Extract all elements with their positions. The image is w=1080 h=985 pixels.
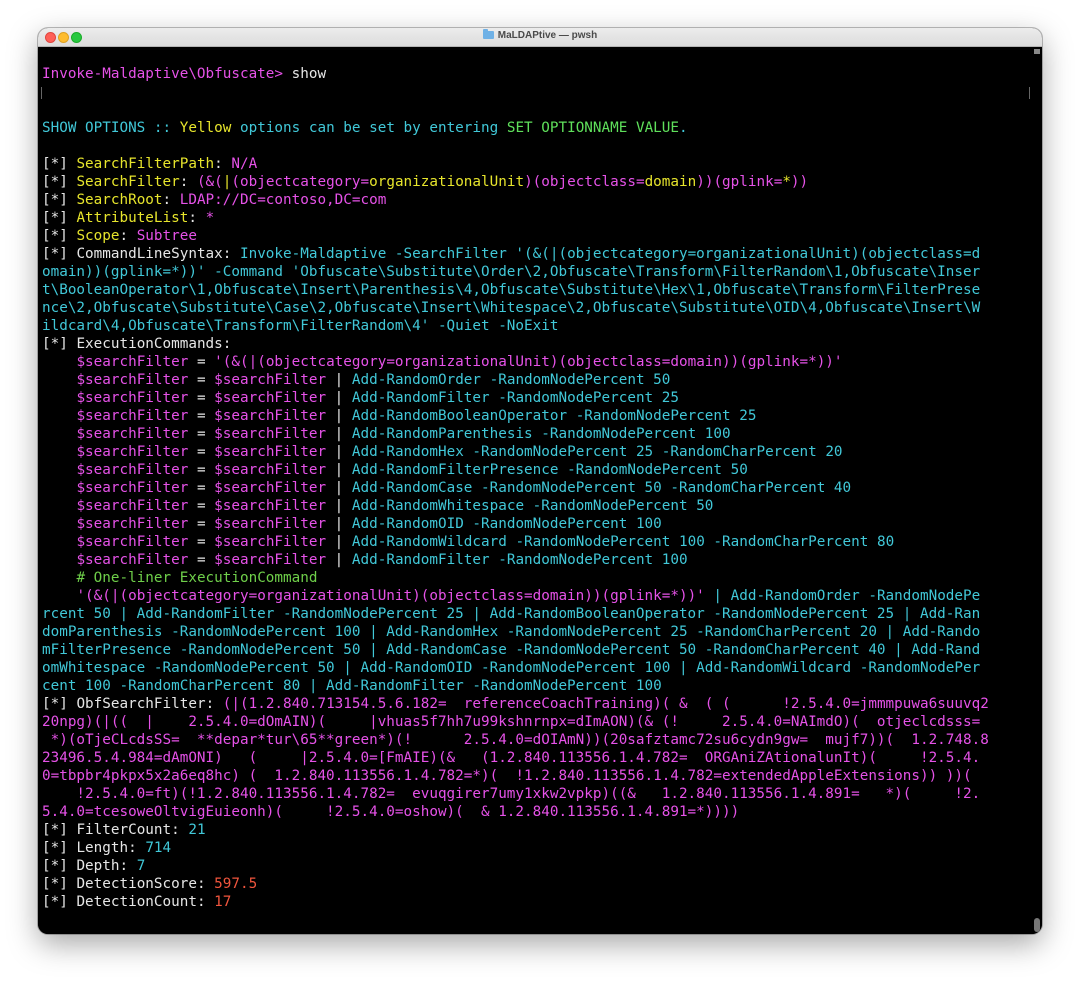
scroll-up-icon[interactable] — [1034, 49, 1040, 54]
show-options-header: SHOW OPTIONS :: Yellow options can be se… — [42, 120, 688, 136]
exec-pipe-row: $searchFilter = $searchFilter | Add-Rand… — [76, 426, 731, 442]
option-depth: [*] Depth: 7 — [42, 858, 146, 874]
option-searchfilterpath: [*] SearchFilterPath: N/A — [42, 156, 258, 172]
folder-icon — [482, 29, 494, 39]
exec-oneliner: '(&(|(objectcategory=organizationalUnit)… — [76, 588, 981, 604]
option-executioncommands: [*] ExecutionCommands: — [42, 336, 232, 352]
terminal-window: MaLDAPtive — pwsh Invoke-Maldaptive\Obfu… — [38, 28, 1042, 934]
scrollbar-thumb[interactable] — [1034, 918, 1040, 932]
prompt-command: show — [283, 66, 327, 82]
scrollbar[interactable] — [1032, 47, 1040, 934]
title-bar: MaLDAPtive — pwsh — [38, 28, 1042, 47]
option-detectionscore: [*] DetectionScore: 597.5 — [42, 876, 258, 892]
exec-pipe-row: $searchFilter = $searchFilter | Add-Rand… — [76, 372, 671, 388]
prompt-line: Invoke-Maldaptive\Obfuscate> show — [42, 65, 1032, 83]
option-detectioncount: [*] DetectionCount: 17 — [42, 894, 232, 910]
exec-pipe-row: $searchFilter = $searchFilter | Add-Rand… — [76, 408, 757, 424]
exec-pipe-row: $searchFilter = $searchFilter | Add-Rand… — [76, 552, 688, 568]
prompt-path: Invoke-Maldaptive\Obfuscate> — [42, 66, 284, 82]
exec-pipe-row: $searchFilter = $searchFilter | Add-Rand… — [76, 444, 843, 460]
exec-pipe-row: $searchFilter = $searchFilter | Add-Rand… — [76, 516, 662, 532]
option-scope: [*] Scope: Subtree — [42, 228, 197, 244]
option-filtercount: [*] FilterCount: 21 — [42, 822, 206, 838]
option-searchroot: [*] SearchRoot: LDAP://DC=contoso,DC=com — [42, 192, 387, 208]
window-title-text: MaLDAPtive — pwsh — [497, 30, 598, 41]
option-searchfilter: [*] SearchFilter: (&(|(objectcategory=or… — [42, 174, 809, 190]
exec-pipe-row: $searchFilter = $searchFilter | Add-Rand… — [76, 480, 852, 496]
exec-pipe-rows: $searchFilter = $searchFilter | Add-Rand… — [42, 371, 1032, 569]
option-commandlinesyntax: [*] CommandLineSyntax: Invoke-Maldaptive… — [42, 246, 981, 262]
exec-pipe-row: $searchFilter = $searchFilter | Add-Rand… — [76, 390, 679, 406]
option-length: [*] Length: 714 — [42, 840, 172, 856]
terminal-area[interactable]: Invoke-Maldaptive\Obfuscate> show​​SHOW … — [38, 47, 1042, 934]
window-title: MaLDAPtive — pwsh — [38, 29, 1042, 41]
exec-pipe-row: $searchFilter = $searchFilter | Add-Rand… — [76, 498, 714, 514]
option-obfsearchfilter: [*] ObfSearchFilter: (|(1.2.840.713154.5… — [42, 696, 989, 712]
exec-pipe-row: $searchFilter = $searchFilter | Add-Rand… — [76, 534, 895, 550]
option-attributelist: [*] AttributeList: * — [42, 210, 215, 226]
exec-first-line: $searchFilter = '(&(|(objectcategory=org… — [76, 354, 843, 370]
terminal-output: Invoke-Maldaptive\Obfuscate> show​​SHOW … — [42, 65, 1032, 911]
exec-comment: # One-liner ExecutionCommand — [76, 570, 318, 586]
exec-pipe-row: $searchFilter = $searchFilter | Add-Rand… — [76, 462, 748, 478]
